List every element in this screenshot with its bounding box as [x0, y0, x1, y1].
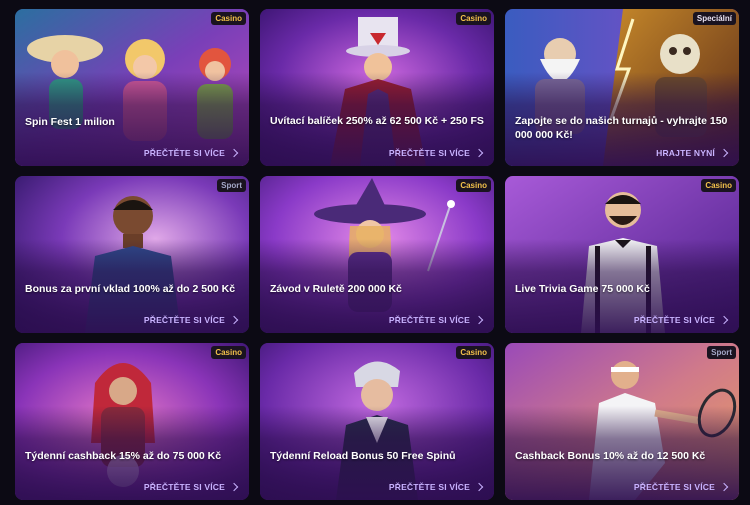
promo-title: Bonus za první vklad 100% až do 2 500 Kč: [25, 283, 236, 295]
chevron-right-icon: [719, 148, 729, 158]
chevron-right-icon: [474, 315, 484, 325]
play-now-label: HRAJTE NYNÍ: [656, 148, 715, 158]
read-more-label: PŘEČTĚTE SI VÍCE: [633, 482, 715, 492]
promo-card-tournaments[interactable]: Speciální Zapojte se do našich turnajů -…: [505, 9, 739, 166]
promo-card-welcome-package[interactable]: Casino Uvítací balíček 250% až 62 500 Kč…: [260, 9, 494, 166]
category-badge: Casino: [211, 346, 246, 359]
read-more-link[interactable]: PŘEČTĚTE SI VÍCE: [143, 148, 239, 158]
read-more-label: PŘEČTĚTE SI VÍCE: [633, 315, 715, 325]
chevron-right-icon: [229, 482, 239, 492]
category-badge: Speciální: [692, 12, 736, 25]
category-badge: Sport: [217, 179, 246, 192]
promo-card-weekly-reload[interactable]: Casino Týdenní Reload Bonus 50 Free Spin…: [260, 343, 494, 500]
read-more-link[interactable]: PŘEČTĚTE SI VÍCE: [143, 315, 239, 325]
chevron-right-icon: [474, 148, 484, 158]
chevron-right-icon: [719, 482, 729, 492]
chevron-right-icon: [719, 315, 729, 325]
promo-title: Cashback Bonus 10% až do 12 500 Kč: [515, 450, 706, 462]
read-more-link[interactable]: PŘEČTĚTE SI VÍCE: [388, 315, 484, 325]
promo-title: Závod v Ruletě 200 000 Kč: [270, 283, 402, 295]
category-badge: Sport: [707, 346, 736, 359]
promo-card-weekly-cashback[interactable]: Casino Týdenní cashback 15% až do 75 000…: [15, 343, 249, 500]
chevron-right-icon: [229, 315, 239, 325]
promo-title: Spin Fest 1 milion: [25, 116, 115, 128]
category-badge: Casino: [211, 12, 246, 25]
promo-card-spin-fest[interactable]: Casino Spin Fest 1 milion PŘEČTĚTE SI VÍ…: [15, 9, 249, 166]
category-badge: Casino: [456, 179, 491, 192]
promo-title: Live Trivia Game 75 000 Kč: [515, 283, 650, 295]
read-more-label: PŘEČTĚTE SI VÍCE: [388, 482, 470, 492]
read-more-link[interactable]: PŘEČTĚTE SI VÍCE: [388, 482, 484, 492]
promo-card-roulette-race[interactable]: Casino Závod v Ruletě 200 000 Kč PŘEČTĚT…: [260, 176, 494, 333]
read-more-link[interactable]: PŘEČTĚTE SI VÍCE: [633, 315, 729, 325]
chevron-right-icon: [229, 148, 239, 158]
chevron-right-icon: [474, 482, 484, 492]
read-more-label: PŘEČTĚTE SI VÍCE: [388, 315, 470, 325]
promo-title: Týdenní cashback 15% až do 75 000 Kč: [25, 450, 222, 462]
read-more-label: PŘEČTĚTE SI VÍCE: [388, 148, 470, 158]
promotions-grid: Casino Spin Fest 1 milion PŘEČTĚTE SI VÍ…: [15, 9, 739, 500]
promo-title: Týdenní Reload Bonus 50 Free Spinů: [270, 450, 456, 462]
read-more-link[interactable]: PŘEČTĚTE SI VÍCE: [143, 482, 239, 492]
read-more-link[interactable]: PŘEČTĚTE SI VÍCE: [633, 482, 729, 492]
promo-card-live-trivia[interactable]: Casino Live Trivia Game 75 000 Kč PŘEČTĚ…: [505, 176, 739, 333]
play-now-link[interactable]: HRAJTE NYNÍ: [656, 148, 729, 158]
promo-title: Zapojte se do našich turnajů - vyhrajte …: [515, 115, 728, 141]
category-badge: Casino: [456, 12, 491, 25]
read-more-label: PŘEČTĚTE SI VÍCE: [143, 315, 225, 325]
read-more-label: PŘEČTĚTE SI VÍCE: [143, 148, 225, 158]
category-badge: Casino: [456, 346, 491, 359]
read-more-label: PŘEČTĚTE SI VÍCE: [143, 482, 225, 492]
read-more-link[interactable]: PŘEČTĚTE SI VÍCE: [388, 148, 484, 158]
promo-card-first-deposit-bonus[interactable]: Sport Bonus za první vklad 100% až do 2 …: [15, 176, 249, 333]
category-badge: Casino: [701, 179, 736, 192]
promo-card-sport-cashback[interactable]: Sport Cashback Bonus 10% až do 12 500 Kč…: [505, 343, 739, 500]
promo-title: Uvítací balíček 250% až 62 500 Kč + 250 …: [270, 115, 484, 127]
